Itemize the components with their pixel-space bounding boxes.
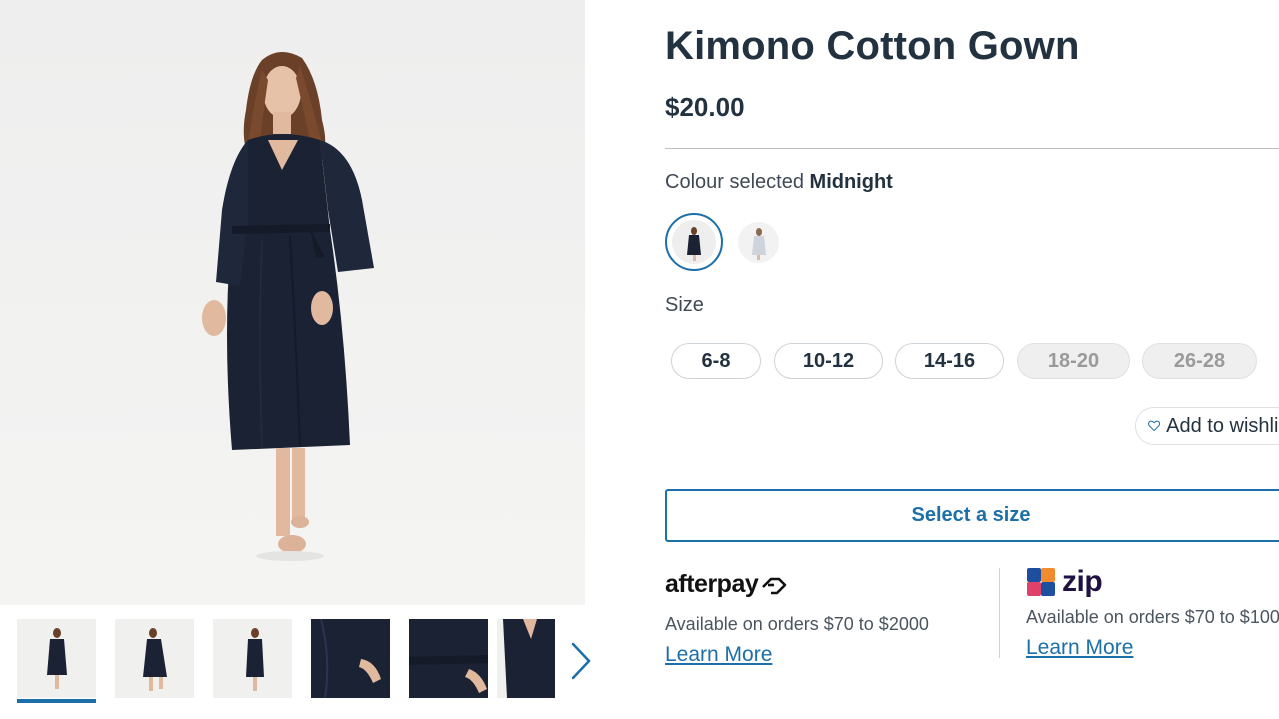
thumbnail-1[interactable] <box>17 619 96 698</box>
zip-logo: zip <box>1026 565 1103 599</box>
colour-value: Midnight <box>809 171 893 193</box>
size-option-6-8[interactable]: 6-8 <box>671 343 761 379</box>
zip-learn-more-link[interactable]: Learn More <box>1026 636 1133 660</box>
thumbnail-6[interactable] <box>497 619 555 698</box>
size-option-10-12[interactable]: 10-12 <box>774 343 883 379</box>
afterpay-availability-text: Available on orders $70 to $2000 <box>665 614 929 634</box>
model-illustration <box>202 51 374 561</box>
afterpay-arrows-icon <box>762 577 787 594</box>
size-option-26-28[interactable]: 26-28 <box>1142 343 1257 379</box>
zip-mark-icon <box>1027 568 1055 596</box>
zip-availability-text: Available on orders $70 to $1000 <box>1026 607 1279 627</box>
active-thumbnail-indicator <box>17 699 96 703</box>
zip-logo-text: zip <box>1062 565 1103 598</box>
colour-selected-label: Colour selected Midnight <box>665 171 893 194</box>
thumbnail-4[interactable] <box>311 619 390 698</box>
product-price: $20.00 <box>665 92 745 122</box>
payment-divider <box>999 568 1000 658</box>
divider <box>665 148 1279 149</box>
next-thumbnail-button[interactable] <box>566 641 596 681</box>
add-to-wishlist-button[interactable]: Add to wishlist <box>1135 407 1279 445</box>
size-option-18-20[interactable]: 18-20 <box>1017 343 1130 379</box>
afterpay-logo: afterpay <box>665 570 788 599</box>
thumbnail-strip <box>0 605 600 719</box>
thumbnail-3[interactable] <box>213 619 292 698</box>
thumbnail-5[interactable] <box>409 619 488 698</box>
swatch-light[interactable] <box>738 222 779 263</box>
heart-icon <box>1148 420 1161 432</box>
thumbnail-2[interactable] <box>115 619 194 698</box>
wishlist-label: Add to wishlist <box>1166 414 1279 437</box>
size-option-14-16[interactable]: 14-16 <box>895 343 1004 379</box>
afterpay-learn-more-link[interactable]: Learn More <box>665 643 772 667</box>
select-size-button[interactable]: Select a size <box>665 489 1279 542</box>
product-title: Kimono Cotton Gown <box>665 24 1080 68</box>
size-label: Size <box>665 294 704 316</box>
afterpay-logo-text: afterpay <box>665 570 759 598</box>
main-product-image[interactable] <box>0 0 585 605</box>
swatch-midnight[interactable] <box>665 213 723 271</box>
chevron-right-icon <box>571 642 591 680</box>
colour-label-text: Colour selected <box>665 171 804 193</box>
